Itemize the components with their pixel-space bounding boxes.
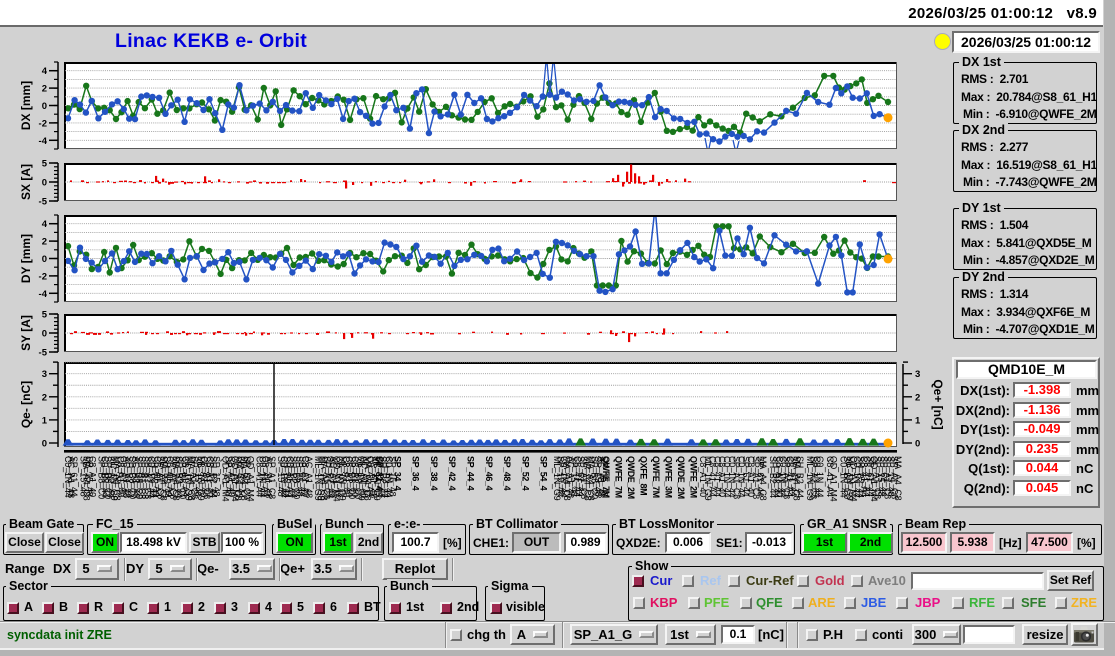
svg-text:SP_36_4: SP_36_4 <box>411 456 421 491</box>
svg-text:SP_61_44: SP_61_44 <box>69 456 79 497</box>
svg-text:SP_46_4: SP_46_4 <box>484 456 494 491</box>
svg-text:QWDE_2M: QWDE_2M <box>626 456 636 499</box>
svg-text:SP_15_48: SP_15_48 <box>211 456 221 497</box>
svg-text:-2: -2 <box>39 118 47 129</box>
svg-text:QWDE_2M: QWDE_2M <box>676 456 686 499</box>
svg-text:0: 0 <box>42 329 47 340</box>
svg-text:SX [A]: SX [A] <box>19 164 33 200</box>
svg-text:SP_54_4: SP_54_4 <box>539 456 549 491</box>
svg-text:SP_42_4: SP_42_4 <box>447 456 457 491</box>
svg-text:5: 5 <box>42 310 48 321</box>
svg-text:QWFE_7M: QWFE_7M <box>614 456 624 498</box>
svg-text:MA_A4_C8: MA_A4_C8 <box>758 456 768 501</box>
svg-text:-4: -4 <box>39 136 48 147</box>
svg-text:3: 3 <box>915 369 920 380</box>
svg-text:1: 1 <box>42 415 48 426</box>
svg-text:QD_A1_M4: QD_A1_M4 <box>829 456 839 502</box>
svg-text:4: 4 <box>42 219 48 230</box>
svg-text:4: 4 <box>42 66 48 77</box>
svg-text:SP_44_4: SP_44_4 <box>466 456 476 491</box>
svg-text:1: 1 <box>915 415 921 426</box>
svg-text:DY [mm]: DY [mm] <box>19 234 33 283</box>
svg-text:-5: -5 <box>39 348 48 359</box>
svg-text:Qe- [nC]: Qe- [nC] <box>19 381 33 428</box>
svg-text:SP_34_4: SP_34_4 <box>392 456 402 491</box>
svg-text:0: 0 <box>42 101 47 112</box>
svg-text:QD_A1_M4: QD_A1_M4 <box>245 456 255 502</box>
svg-text:SP_52_4: SP_52_4 <box>520 456 530 491</box>
svg-text:DX [mm]: DX [mm] <box>19 81 33 130</box>
svg-text:5: 5 <box>42 159 48 170</box>
svg-text:-2: -2 <box>39 271 47 282</box>
svg-text:SY [A]: SY [A] <box>19 315 33 351</box>
svg-text:SH_B2_44: SH_B2_44 <box>795 456 805 498</box>
svg-text:AC_A1_48: AC_A1_48 <box>304 456 314 498</box>
svg-text:0: 0 <box>42 254 47 265</box>
svg-text:3: 3 <box>42 369 47 380</box>
svg-text:C8_A1_40: C8_A1_40 <box>88 456 98 497</box>
svg-text:SP_48_4: SP_48_4 <box>502 456 512 491</box>
svg-text:QWFE_7M: QWFE_7M <box>651 456 661 498</box>
svg-text:2: 2 <box>42 84 47 95</box>
svg-text:0: 0 <box>42 439 47 450</box>
svg-text:SP_A1_C8: SP_A1_C8 <box>267 456 277 499</box>
svg-text:2: 2 <box>42 237 47 248</box>
svg-text:MA_A4_C8: MA_A4_C8 <box>893 456 903 501</box>
svg-text:C0_1N_44: C0_1N_44 <box>815 456 825 498</box>
svg-text:2: 2 <box>915 392 920 403</box>
svg-text:QWFE_7M: QWFE_7M <box>601 456 611 498</box>
svg-text:SP_32_4: SP_32_4 <box>374 456 384 491</box>
svg-text:0: 0 <box>42 178 47 189</box>
svg-text:0: 0 <box>915 439 920 450</box>
svg-text:QXFE_8M: QXFE_8M <box>639 456 649 495</box>
svg-text:-5: -5 <box>39 197 48 208</box>
svg-text:2: 2 <box>42 392 47 403</box>
svg-text:-4: -4 <box>39 289 48 300</box>
svg-text:Qe+ [nC]: Qe+ [nC] <box>931 379 945 429</box>
svg-text:QWFE_2M: QWFE_2M <box>689 456 699 498</box>
svg-text:SP_38_4: SP_38_4 <box>429 456 439 491</box>
svg-text:QWFE_3M: QWFE_3M <box>664 456 674 498</box>
